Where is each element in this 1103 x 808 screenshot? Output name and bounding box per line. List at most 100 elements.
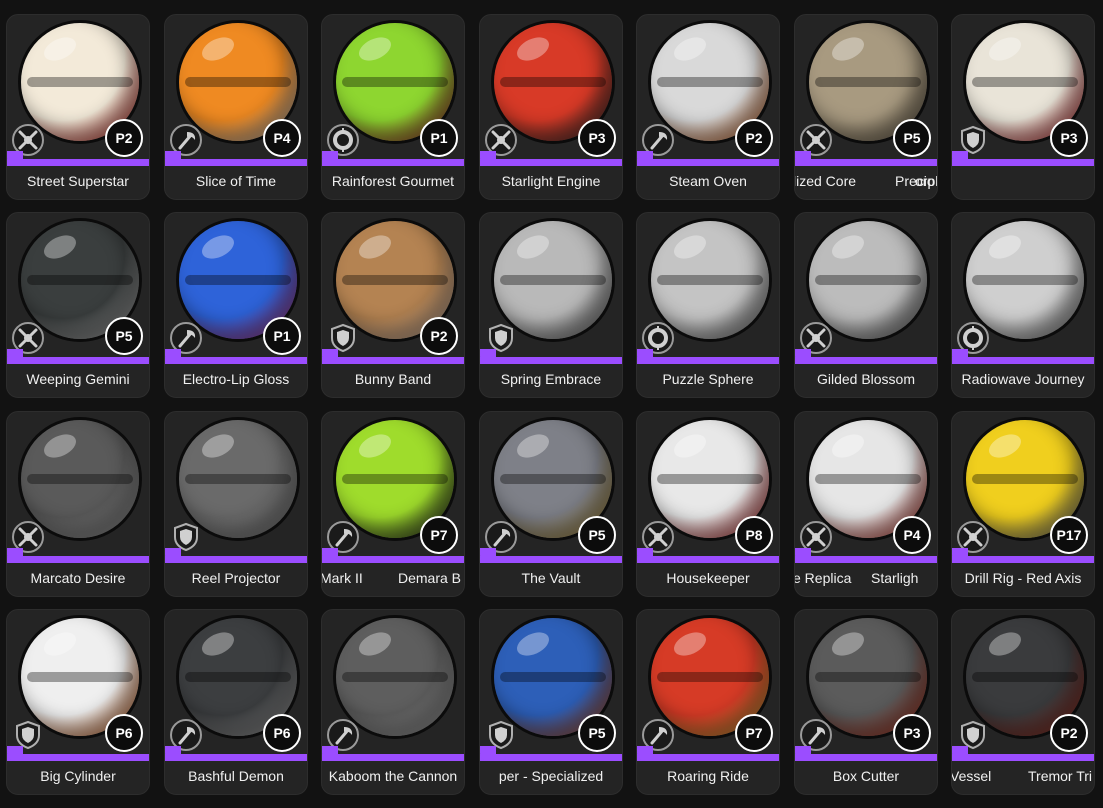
rarity-bar (952, 151, 1094, 166)
bangboo-name: Box Cutter (832, 768, 900, 784)
bangboo-card[interactable]: P4 e Replica Starligh (794, 411, 938, 597)
bangboo-name: Big Cylinder (40, 768, 116, 784)
bangboo-card[interactable]: P1 Rainforest Gourmet (321, 14, 465, 200)
bangboo-card[interactable]: Radiowave Journey (951, 212, 1095, 398)
bangboo-card[interactable]: P7 Roaring Ride (636, 609, 780, 795)
tier-badge: P8 (735, 516, 773, 554)
rarity-bar (322, 548, 464, 563)
bangboo-name: Puzzle Sphere (662, 371, 754, 387)
rarity-bar (637, 151, 779, 166)
scrolling-name-part: e Replica (795, 570, 852, 586)
rarity-bar (795, 548, 937, 563)
scrolling-name-part: Demara B (398, 570, 462, 586)
bangboo-card[interactable]: P17 Drill Rig - Red Axis (951, 411, 1095, 597)
bangboo-card[interactable]: P3 (951, 14, 1095, 200)
bangboo-card[interactable]: Marcato Desire (6, 411, 150, 597)
rarity-bar (795, 349, 937, 364)
rarity-bar (952, 349, 1094, 364)
rarity-bar (480, 349, 622, 364)
tier-badge: P1 (420, 119, 458, 157)
bangboo-name: Gilded Blossom (816, 371, 916, 387)
rarity-bar (165, 151, 307, 166)
bangboo-grid: P2 Street Superstar P4 Slice of Time P1 Rainf… (0, 0, 1103, 808)
rarity-bar (322, 151, 464, 166)
rarity-bar (165, 349, 307, 364)
bangboo-name: e Replica Starligh (795, 570, 937, 592)
bangboo-name: Reel Projector (191, 570, 281, 586)
rarity-bar (952, 746, 1094, 761)
tier-badge: P5 (105, 317, 143, 355)
rarity-bar (480, 548, 622, 563)
tier-badge: P7 (420, 516, 458, 554)
bangboo-card[interactable]: P3 Starlight Engine (479, 14, 623, 200)
bangboo-card[interactable]: P5 per - Specialized (479, 609, 623, 795)
bangboo-card[interactable]: P5 lized CorePrecioorpherOriginal Tr (794, 14, 938, 200)
bangboo-name: Electro-Lip Gloss (182, 371, 290, 387)
rarity-bar (322, 746, 464, 761)
bangboo-card[interactable]: P6 Bashful Demon (164, 609, 308, 795)
bangboo-card[interactable]: Gilded Blossom (794, 212, 938, 398)
bangboo-card[interactable]: P6 Big Cylinder (6, 609, 150, 795)
bangboo-name: Drill Rig - Red Axis (964, 570, 1082, 586)
rarity-bar (952, 548, 1094, 563)
bangboo-name: Radiowave Journey (961, 371, 1085, 387)
bangboo-card[interactable]: P2 Steam Oven (636, 14, 780, 200)
tier-badge: P4 (263, 119, 301, 157)
rarity-bar (322, 349, 464, 364)
rarity-bar (637, 746, 779, 761)
tier-badge: P3 (893, 714, 931, 752)
tier-badge: P3 (1050, 119, 1088, 157)
tier-badge: P2 (105, 119, 143, 157)
bangboo-name: Weeping Gemini (26, 371, 130, 387)
bangboo-name: Steam Oven (669, 173, 747, 189)
bangboo-name: Rainforest Gourmet (331, 173, 455, 189)
bangboo-name: per - Specialized (498, 768, 604, 784)
bangboo-card[interactable]: P2 Bunny Band (321, 212, 465, 398)
tier-badge: P1 (263, 317, 301, 355)
bangboo-name: Spring Embrace (500, 371, 602, 387)
bangboo-name: Vessel Tremor Tri (952, 768, 1094, 790)
bangboo-card[interactable]: P3 Box Cutter (794, 609, 938, 795)
rarity-bar (7, 746, 149, 761)
bangboo-name: Roaring Ride (667, 768, 749, 784)
bangboo-card[interactable]: Reel Projector (164, 411, 308, 597)
bangboo-name: Housekeeper (666, 570, 750, 586)
tier-badge: P6 (105, 714, 143, 752)
rarity-bar (165, 548, 307, 563)
bangboo-name: The Vault (521, 570, 581, 586)
tier-badge: P4 (893, 516, 931, 554)
tier-badge: P5 (893, 119, 931, 157)
scrolling-name-part: Vessel (952, 768, 992, 784)
bangboo-name: Bunny Band (354, 371, 432, 387)
bangboo-name: Mark II Demara B (322, 570, 464, 592)
rarity-bar (795, 151, 937, 166)
scrolling-name-part: Mark II (322, 570, 363, 586)
bangboo-card[interactable]: P5 The Vault (479, 411, 623, 597)
bangboo-name: Marcato Desire (30, 570, 126, 586)
bangboo-card[interactable]: Spring Embrace (479, 212, 623, 398)
bangboo-card[interactable]: P1 Electro-Lip Gloss (164, 212, 308, 398)
scrolling-name-part: Tremor Tri (1028, 768, 1093, 784)
bangboo-card[interactable]: P7 Mark II Demara B (321, 411, 465, 597)
bangboo-card[interactable]: P5 Weeping Gemini (6, 212, 150, 398)
bangboo-name: Kaboom the Cannon (328, 768, 458, 784)
bangboo-card[interactable]: P2 Street Superstar (6, 14, 150, 200)
scrolling-name-part: lized Core (795, 173, 857, 189)
tier-badge: P17 (1050, 516, 1088, 554)
rarity-bar (480, 746, 622, 761)
scrolling-name-part: orpher (915, 173, 937, 189)
bangboo-card[interactable]: Kaboom the Cannon (321, 609, 465, 795)
bangboo-name: Starlight Engine (501, 173, 601, 189)
bangboo-name: Slice of Time (195, 173, 277, 189)
bangboo-card[interactable]: P2 Vessel Tremor Tri (951, 609, 1095, 795)
tier-badge: P3 (578, 119, 616, 157)
tier-badge: P2 (735, 119, 773, 157)
rarity-bar (480, 151, 622, 166)
bangboo-card[interactable]: P4 Slice of Time (164, 14, 308, 200)
rarity-bar (7, 548, 149, 563)
tier-badge: P6 (263, 714, 301, 752)
bangboo-card[interactable]: Puzzle Sphere (636, 212, 780, 398)
bangboo-card[interactable]: P8 Housekeeper (636, 411, 780, 597)
bangboo-name: Bashful Demon (188, 768, 284, 784)
rarity-bar (795, 746, 937, 761)
